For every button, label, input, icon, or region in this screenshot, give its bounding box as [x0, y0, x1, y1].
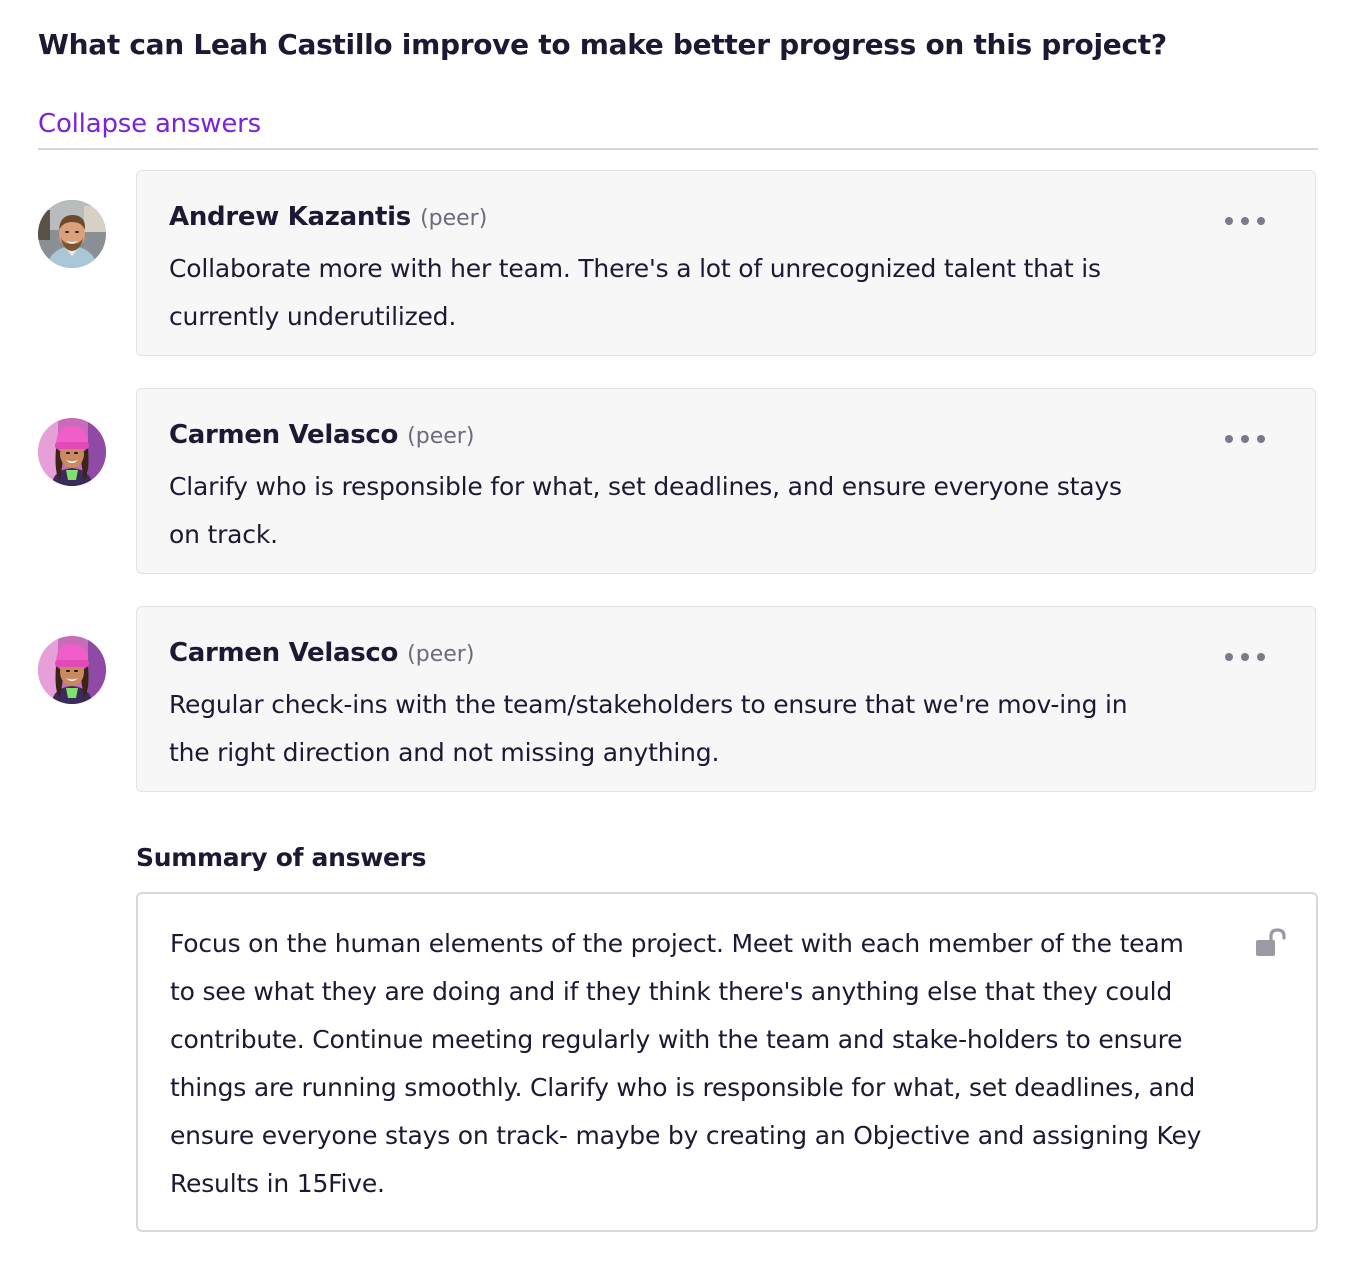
avatar — [38, 418, 106, 486]
ellipsis-dot — [1241, 653, 1249, 661]
answer-card: Carmen Velasco (peer) Regular check-ins … — [136, 606, 1316, 792]
avatar-woman-pink-hat-icon — [38, 418, 106, 486]
ellipsis-dot — [1225, 653, 1233, 661]
ellipsis-dot — [1241, 217, 1249, 225]
ellipsis-dot — [1225, 217, 1233, 225]
answer-card: Carmen Velasco (peer) Clarify who is res… — [136, 388, 1316, 574]
more-options-button[interactable] — [1225, 647, 1265, 667]
summary-textarea[interactable]: Focus on the human elements of the proje… — [136, 892, 1318, 1232]
unlocked-padlock-icon[interactable] — [1254, 928, 1288, 958]
answer-header: Carmen Velasco (peer) — [169, 633, 474, 676]
more-options-button[interactable] — [1225, 211, 1265, 231]
ellipsis-dot — [1241, 435, 1249, 443]
ellipsis-dot — [1257, 653, 1265, 661]
answer-header: Carmen Velasco (peer) — [169, 415, 474, 458]
author-name: Carmen Velasco — [169, 420, 399, 450]
answer-text: Collaborate more with her team. There's … — [169, 254, 1101, 331]
ellipsis-dot — [1257, 217, 1265, 225]
author-name: Andrew Kazantis — [169, 202, 411, 232]
author-role: (peer) — [407, 424, 475, 449]
answer-header: Andrew Kazantis (peer) — [169, 197, 487, 240]
divider — [38, 148, 1318, 150]
ellipsis-dot — [1257, 435, 1265, 443]
ellipsis-dot — [1225, 435, 1233, 443]
question-title: What can Leah Castillo improve to make b… — [38, 28, 1167, 61]
answer-text: Clarify who is responsible for what, set… — [169, 472, 1122, 549]
more-options-button[interactable] — [1225, 429, 1265, 449]
avatar — [38, 636, 106, 704]
answer-card: Andrew Kazantis (peer) Collaborate more … — [136, 170, 1316, 356]
author-name: Carmen Velasco — [169, 638, 399, 668]
answer-text: Regular check-ins with the team/stakehol… — [169, 690, 1128, 767]
avatar-man-beard-icon — [38, 200, 106, 268]
author-role: (peer) — [407, 642, 475, 667]
summary-heading: Summary of answers — [136, 843, 427, 872]
avatar — [38, 200, 106, 268]
author-role: (peer) — [420, 206, 488, 231]
summary-text[interactable]: Focus on the human elements of the proje… — [170, 920, 1214, 1208]
collapse-answers-link[interactable]: Collapse answers — [38, 106, 261, 142]
avatar-woman-pink-hat-icon — [38, 636, 106, 704]
